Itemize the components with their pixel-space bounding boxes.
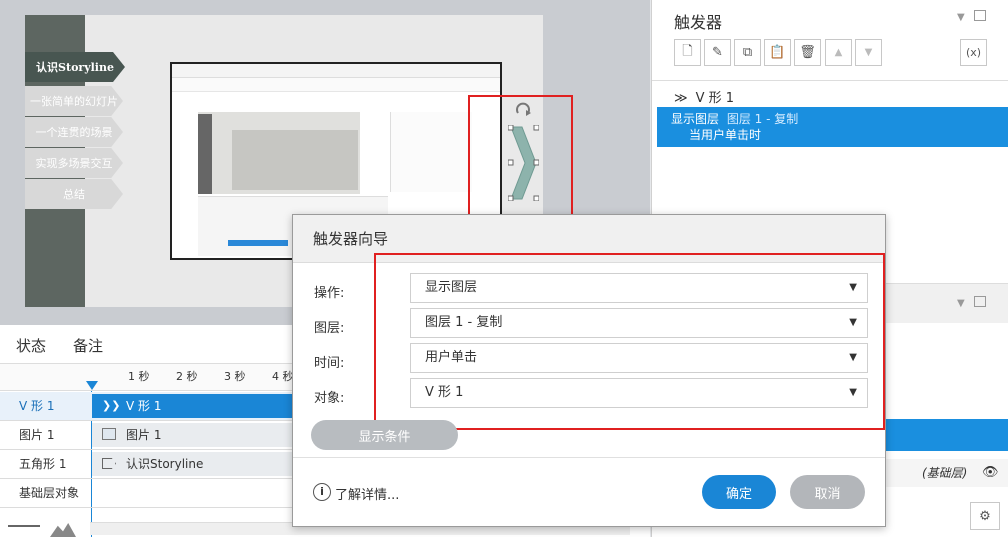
move-down-icon[interactable]: ▼	[855, 39, 882, 66]
slide-menu-item-5[interactable]: 总结	[25, 179, 123, 209]
divider	[652, 80, 1008, 81]
picture-icon	[102, 428, 116, 440]
row-label: 基础层对象	[19, 486, 80, 500]
slide-menu-item-3[interactable]: 一个连贯的场景	[25, 117, 123, 147]
restore-icon[interactable]	[974, 10, 986, 21]
chevron-right-icon: ≫	[674, 91, 688, 106]
restore-icon[interactable]	[974, 296, 986, 307]
row-bar-label: 认识Storyline	[126, 457, 204, 471]
field-label-action: 操作:	[314, 286, 345, 301]
mini-selected-row	[228, 240, 288, 246]
mini-triggers-panel	[390, 112, 472, 192]
row-label: 五角形 1	[19, 457, 67, 471]
trigger-action: 显示图层	[671, 112, 720, 126]
ok-button[interactable]: 确定	[702, 475, 776, 509]
mini-toolbar	[172, 64, 500, 78]
layer-item-selected[interactable]	[886, 419, 1008, 451]
base-layer-label: (基础层)	[922, 466, 968, 480]
chevron-right-icon: ❯❯	[102, 399, 121, 412]
tab-states[interactable]: 状态	[16, 335, 46, 356]
slide-menu-item-2[interactable]: 一张简单的幻灯片	[25, 86, 123, 116]
field-label-object: 对象:	[314, 391, 345, 406]
collapse-icon[interactable]: ▼	[957, 298, 965, 309]
row-bar-label: V 形 1	[126, 399, 162, 413]
row-label: 图片 1	[19, 428, 55, 442]
field-label-when: 时间:	[314, 356, 345, 371]
row-bar[interactable]: 认识Storyline	[92, 452, 302, 476]
pentagon-icon	[102, 458, 116, 469]
highlight-box-fields	[374, 253, 885, 430]
gear-icon[interactable]: ⚙	[970, 502, 1000, 530]
tick-label: 4 秒	[272, 370, 294, 383]
learn-more-link[interactable]: 了解详情...	[335, 484, 399, 503]
trigger-item-selected[interactable]: 显示图层 图层 1 - 复制 当用户单击时	[657, 107, 1008, 147]
rotate-handle-icon[interactable]	[512, 99, 534, 121]
eye-icon[interactable]: 👁	[982, 459, 999, 487]
mini-slide-strip	[198, 114, 212, 194]
v-shape-object[interactable]	[507, 124, 540, 202]
divider	[293, 457, 885, 458]
variables-icon[interactable]: (x)	[960, 39, 987, 66]
triggers-title: 触发器	[674, 13, 723, 32]
info-icon: i	[313, 483, 331, 501]
mini-ribbon	[172, 78, 500, 92]
tick-label: 1 秒	[128, 370, 150, 383]
field-label-layer: 图层:	[314, 321, 345, 336]
row-bar[interactable]: ❯❯ V 形 1	[92, 394, 302, 418]
copy-icon[interactable]: ⧉	[734, 39, 761, 66]
trigger-shape-item[interactable]: ≫ V 形 1	[674, 87, 734, 106]
playhead-icon[interactable]	[86, 381, 98, 390]
row-bar[interactable]: 图片 1	[92, 423, 302, 447]
tick-label: 2 秒	[176, 370, 198, 383]
mountain-icon	[50, 523, 76, 537]
trigger-wizard-dialog: 触发器向导 操作: 显示图层 ▼ 图层: 图层 1 - 复制 ▼ 时间: 用户单击 ▼…	[292, 214, 886, 527]
row-bar-label: 图片 1	[126, 428, 162, 442]
edit-trigger-icon[interactable]: ✎	[704, 39, 731, 66]
slide-menu-item-1[interactable]: 认识Storyline	[25, 52, 125, 82]
paste-icon[interactable]: 📋	[764, 39, 791, 66]
show-conditions-button[interactable]: 显示条件	[311, 420, 458, 450]
delete-icon[interactable]: 🗑	[794, 39, 821, 66]
slide-menu-item-4[interactable]: 实现多场景交互	[25, 148, 123, 178]
trigger-when: 当用户单击时	[689, 128, 762, 142]
tab-notes[interactable]: 备注	[73, 335, 103, 356]
tick-label: 3 秒	[224, 370, 246, 383]
trigger-target: 图层 1 - 复制	[726, 112, 799, 126]
move-up-icon[interactable]: ▲	[825, 39, 852, 66]
new-trigger-icon[interactable]: 🗋	[674, 39, 701, 66]
mini-slide-content	[232, 130, 358, 190]
zoom-slider[interactable]	[8, 525, 40, 533]
trigger-shape-name: V 形 1	[695, 91, 735, 106]
cancel-button[interactable]: 取消	[790, 475, 865, 509]
row-label: V 形 1	[19, 399, 55, 413]
base-layer-item[interactable]: (基础层) 👁	[886, 459, 1008, 487]
collapse-icon[interactable]: ▼	[957, 12, 965, 23]
